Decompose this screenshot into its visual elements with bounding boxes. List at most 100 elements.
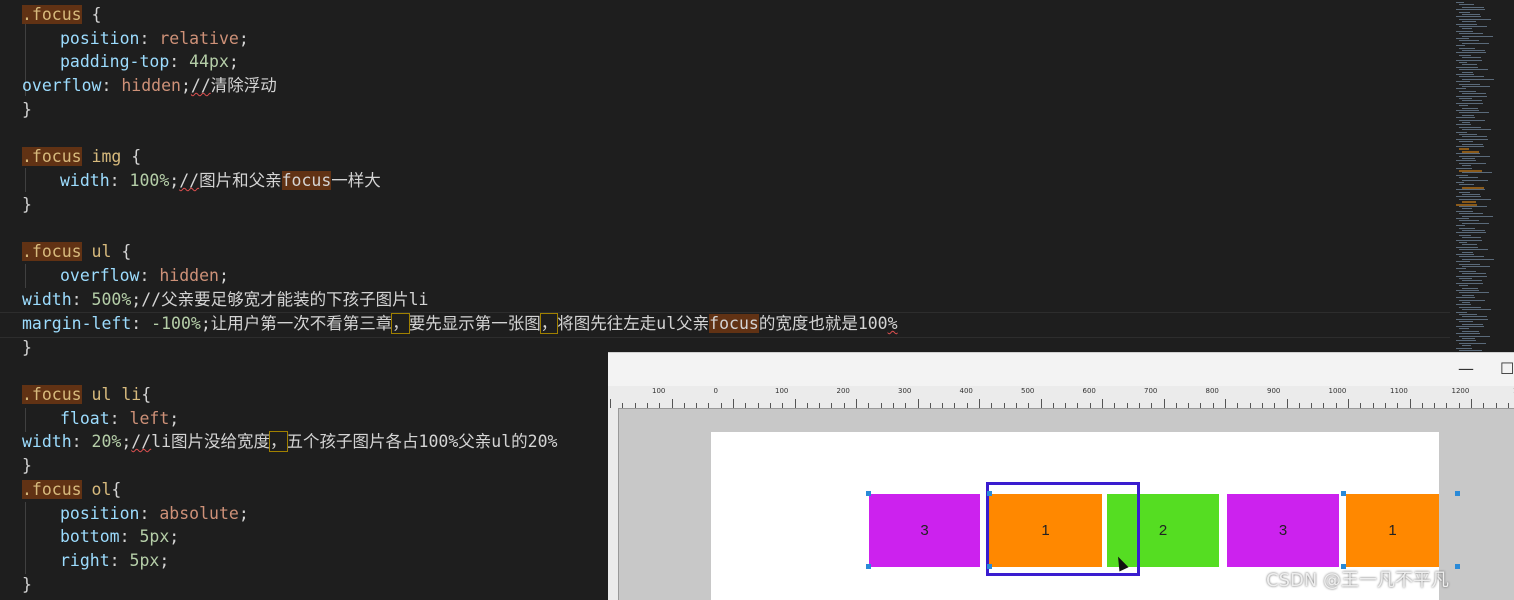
colon: : xyxy=(109,171,130,190)
ruler-tick xyxy=(1323,403,1325,408)
comment: 要先显示第一张图 xyxy=(408,314,541,333)
brace: { xyxy=(111,242,132,261)
minimap-line xyxy=(1456,16,1481,18)
minimap-line xyxy=(1459,270,1476,272)
minimap-line xyxy=(1456,88,1466,90)
ruler-label: 900 xyxy=(1267,387,1281,395)
minimap-line xyxy=(1459,256,1484,258)
selection-handle[interactable] xyxy=(866,491,871,496)
minimap-line xyxy=(1462,237,1481,239)
minimap-line xyxy=(1462,86,1490,87)
minimap-line xyxy=(1456,246,1478,248)
selection-handle[interactable] xyxy=(1455,491,1460,496)
minimap-line xyxy=(1459,285,1468,287)
minimap-line xyxy=(1456,304,1471,306)
minimap-line xyxy=(1462,114,1474,116)
minimap-line xyxy=(1459,350,1482,351)
ruler-label: 100 xyxy=(652,387,666,395)
minimap-line xyxy=(1462,6,1484,8)
value: hidden xyxy=(159,266,219,285)
comment: 清除浮动 xyxy=(210,76,277,95)
minimize-button[interactable]: — xyxy=(1458,359,1474,378)
code-line: .focus { xyxy=(22,3,101,27)
selector: .focus xyxy=(22,480,82,499)
vertical-ruler xyxy=(608,408,619,600)
ruler-tick xyxy=(1446,403,1448,408)
colon: : xyxy=(169,52,190,71)
semicolon: ; xyxy=(180,76,191,95)
minimap-line xyxy=(1462,14,1480,15)
selection-handle[interactable] xyxy=(866,564,871,569)
selector: .focus xyxy=(22,147,82,166)
minimap-line xyxy=(1456,146,1484,147)
ruler-tick xyxy=(1483,403,1485,408)
code-line: } xyxy=(22,575,32,594)
value: 100% xyxy=(129,171,170,190)
ruler-tick xyxy=(1397,403,1399,408)
minimap-line xyxy=(1462,64,1477,66)
ruler-tick xyxy=(954,403,956,408)
selection-handle[interactable] xyxy=(1341,491,1346,496)
ruler-tick xyxy=(1151,403,1153,408)
minimap-line xyxy=(1462,280,1482,282)
ruler-tick xyxy=(745,403,747,408)
minimap-line xyxy=(1456,110,1479,111)
minimap-line xyxy=(1456,347,1472,349)
minimap-line xyxy=(1456,131,1467,133)
selection-handle[interactable] xyxy=(987,564,992,569)
ruler-tick xyxy=(868,403,870,408)
comment: % xyxy=(887,314,898,333)
minimap-line xyxy=(1456,189,1485,191)
minimap-line xyxy=(1459,26,1487,27)
property: margin-left xyxy=(22,314,132,333)
ruler-tick xyxy=(1138,403,1140,408)
minimap-line xyxy=(1459,249,1488,251)
minimap-line xyxy=(1459,90,1476,92)
comment: 一样大 xyxy=(331,171,381,190)
brace: { xyxy=(81,5,102,24)
minimap-line xyxy=(1456,52,1486,54)
minimap-line xyxy=(1462,71,1473,73)
code-line: overflow: hidden;//清除浮动 xyxy=(22,74,277,98)
maximize-button[interactable]: ☐ xyxy=(1500,359,1514,378)
minimap-line xyxy=(1456,225,1465,227)
brace: { xyxy=(111,480,122,499)
ruler-tick xyxy=(634,403,636,408)
code-line: .focus ul { xyxy=(22,240,131,264)
brace: { xyxy=(121,147,142,166)
semicolon: ; xyxy=(228,52,239,71)
ruler-tick xyxy=(1188,403,1190,408)
code-line: } xyxy=(22,338,32,357)
ruler-tick xyxy=(1102,399,1103,408)
minimap-line xyxy=(1459,220,1479,222)
minimap-line xyxy=(1459,162,1486,164)
selection-handle[interactable] xyxy=(1455,564,1460,569)
minimap-line xyxy=(1459,263,1480,265)
selector: .focus xyxy=(22,385,82,404)
minimap-line xyxy=(1456,239,1482,241)
minimap-line xyxy=(1459,342,1486,344)
ruler-tick xyxy=(708,403,710,408)
minimap-line xyxy=(1456,210,1473,212)
ruler-tick xyxy=(1237,403,1239,408)
minimap-line xyxy=(1459,47,1475,49)
minimap-line xyxy=(1462,323,1483,325)
minimap-line xyxy=(1462,21,1476,23)
colon: : xyxy=(101,76,122,95)
brace: { xyxy=(141,385,152,404)
minimap-line xyxy=(1462,222,1489,224)
value: 500% xyxy=(91,290,132,309)
ruler-tick xyxy=(1249,403,1251,408)
minimap-line xyxy=(1456,38,1469,39)
selection-handle[interactable] xyxy=(987,491,992,496)
minimap-line xyxy=(1459,40,1479,42)
minimap-line xyxy=(1459,105,1468,107)
minimap-line xyxy=(1459,33,1483,35)
minimap-line xyxy=(1459,314,1477,315)
minimap-line xyxy=(1459,69,1488,71)
minimap-line xyxy=(1459,234,1471,236)
minimap-line xyxy=(1459,292,1489,294)
ruler-tick xyxy=(1471,399,1472,408)
carousel-slide: 3 xyxy=(1227,494,1339,567)
semicolon: ; xyxy=(238,29,249,48)
